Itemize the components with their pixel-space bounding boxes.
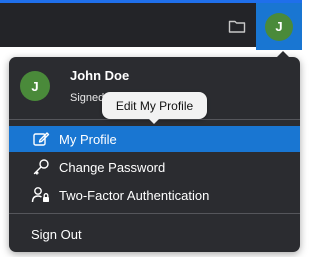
avatar: J	[265, 12, 293, 41]
profile-name: John Doe	[70, 68, 130, 83]
edit-icon	[31, 129, 51, 149]
menu-item-change-password[interactable]: Change Password	[9, 154, 300, 180]
folder-icon	[228, 20, 246, 33]
key-icon	[31, 157, 51, 177]
user-menu-button[interactable]: J	[256, 3, 302, 50]
sign-out-button[interactable]: Sign Out	[9, 220, 300, 248]
user-lock-icon	[31, 185, 51, 205]
menu-item-label: Two-Factor Authentication	[59, 187, 210, 203]
folder-button[interactable]	[224, 13, 250, 39]
profile-avatar: J	[20, 71, 50, 101]
menu-item-label: My Profile	[59, 131, 117, 147]
user-dropdown-menu: J John Doe Signed in as John Doe My Prof…	[9, 51, 300, 252]
menu-item-label: Change Password	[59, 159, 166, 175]
menu-item-two-factor-authentication[interactable]: Two-Factor Authentication	[9, 182, 300, 208]
top-bar: J	[0, 0, 302, 50]
menu-item-my-profile[interactable]: My Profile	[9, 126, 300, 152]
tooltip: Edit My Profile	[102, 92, 207, 124]
divider	[9, 213, 300, 214]
